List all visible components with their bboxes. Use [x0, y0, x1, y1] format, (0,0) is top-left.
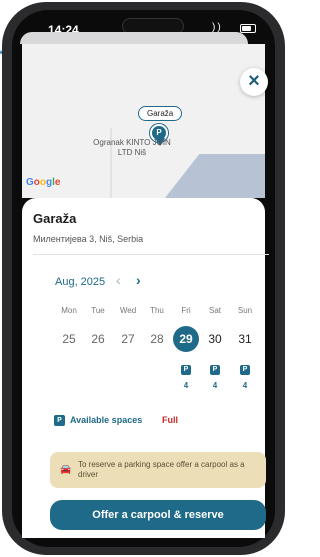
legend-parking-icon: P: [54, 415, 65, 426]
calendar-day[interactable]: 27: [114, 332, 142, 346]
available-count: 4: [242, 381, 248, 390]
parking-badge-icon: P: [240, 365, 250, 375]
calendar-day-selected[interactable]: 29: [173, 326, 199, 352]
weekday-label: Sat: [208, 306, 221, 315]
parking-badge-icon: P: [210, 365, 220, 375]
battery-icon: [240, 24, 256, 33]
calendar-day[interactable]: 25: [55, 332, 83, 346]
weekday-label: Fri: [181, 306, 191, 315]
map-road: [144, 154, 265, 198]
offer-carpool-button[interactable]: Offer a carpool & reserve: [50, 500, 266, 530]
parking-address: Милентијева 3, Niš, Serbia: [33, 234, 144, 244]
close-button[interactable]: ×: [240, 68, 268, 96]
weekday-label: Thu: [150, 306, 164, 315]
weekday-label: Sun: [237, 306, 253, 315]
legend-available: Available spaces: [70, 415, 143, 425]
next-month-icon[interactable]: ›: [136, 272, 141, 288]
weekday-label: Tue: [91, 306, 105, 315]
google-logo: Google: [26, 177, 61, 188]
map-pin-label[interactable]: Garaža: [138, 106, 183, 121]
available-count: 4: [212, 381, 218, 390]
calendar-day[interactable]: 30: [201, 332, 229, 346]
parking-badge-icon: P: [181, 365, 191, 375]
map-view[interactable]: [22, 44, 265, 198]
car-icon: 🚘: [60, 464, 72, 474]
calendar-day[interactable]: 28: [143, 332, 171, 346]
weekday-label: Wed: [119, 306, 137, 315]
background-sheet: [20, 32, 248, 44]
calendar-day[interactable]: 26: [84, 332, 112, 346]
calendar-day[interactable]: 31: [231, 332, 259, 346]
map-place-label: Ogranak KINTO JOIN LTD Niš: [93, 138, 171, 157]
legend-full: Full: [162, 415, 178, 425]
available-count: 4: [183, 381, 189, 390]
divider: [33, 254, 269, 255]
weekday-label: Mon: [61, 306, 77, 315]
prev-month-icon[interactable]: ‹: [116, 272, 121, 288]
calendar-month: Aug, 2025: [55, 276, 106, 288]
parking-title: Garaža: [33, 211, 77, 226]
notice-text: To reserve a parking space offer a carpo…: [78, 460, 245, 479]
